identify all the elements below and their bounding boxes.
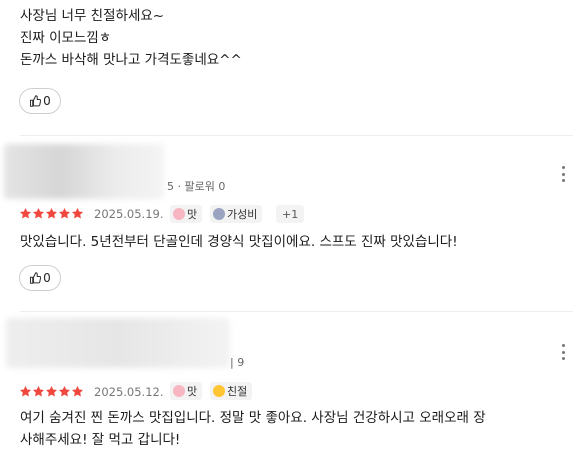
rating-stars	[19, 207, 84, 220]
more-options-icon[interactable]	[557, 166, 569, 182]
like-button[interactable]: 0	[19, 88, 61, 114]
tasty-emoji-icon	[173, 385, 185, 397]
tasty-emoji-icon	[173, 208, 185, 220]
like-button[interactable]: 0	[19, 265, 61, 291]
review-text-line: 맛있습니다. 5년전부터 단골인데 경양식 맛집이에요. 스프도 진짜 맛있습니…	[20, 234, 458, 250]
review-1: 사장님 너무 친절하세요~ 진짜 이모느낌ㅎ 돈까스 바삭해 맛나고 가격도좋네…	[0, 0, 583, 135]
star-icon	[45, 207, 58, 219]
star-icon	[32, 207, 45, 219]
review-text-line: 사장님 너무 친절하세요~	[20, 8, 165, 24]
more-options-icon[interactable]	[557, 344, 569, 360]
review-text-line: 사해주세요! 잘 먹고 갑니다!	[20, 432, 181, 448]
review-date: 2025.05.19.	[94, 207, 164, 221]
like-count: 0	[43, 94, 51, 108]
tags-more[interactable]: +1	[276, 205, 305, 223]
value-emoji-icon	[213, 208, 225, 220]
avatar	[4, 144, 164, 199]
like-count: 0	[43, 271, 51, 285]
review-text-line: 돈까스 바삭해 맛나고 가격도좋네요^^	[20, 52, 242, 68]
rating-stars	[19, 385, 84, 398]
review-date: 2025.05.12.	[94, 385, 164, 399]
tag-value: 가성비	[210, 205, 263, 223]
avatar	[6, 318, 230, 368]
review-text-line: 여기 숨겨진 찐 돈까스 맛집입니다. 정말 맛 좋아요. 사장님 건강하시고 …	[20, 410, 486, 426]
tag-label: 맛	[187, 208, 198, 221]
author-meta: 5 · 팔로워 0	[167, 180, 226, 193]
review-3: | 9 2025.05.12. 맛 친절 여기 숨겨진 찐 돈까스 맛집입니다.…	[0, 312, 583, 467]
tag-kind: 친절	[210, 382, 253, 400]
star-icon	[71, 385, 84, 397]
tag-taste: 맛	[170, 205, 203, 223]
star-icon	[58, 385, 71, 397]
star-icon	[45, 385, 58, 397]
star-icon	[32, 385, 45, 397]
review-2: 5 · 팔로워 0 2025.05.19. 맛 가성비 +1 맛있습니다. 5년…	[0, 136, 583, 311]
star-icon	[71, 207, 84, 219]
thumbs-up-icon	[30, 272, 42, 284]
star-icon	[19, 385, 32, 397]
tag-label: 맛	[187, 385, 198, 398]
star-icon	[58, 207, 71, 219]
kind-emoji-icon	[213, 385, 225, 397]
tag-taste: 맛	[170, 382, 203, 400]
author-meta: | 9	[230, 356, 245, 369]
thumbs-up-icon	[30, 95, 42, 107]
tag-label: 친절	[227, 385, 248, 398]
tag-label: 가성비	[227, 208, 258, 221]
review-text-line: 진짜 이모느낌ㅎ	[20, 30, 112, 46]
star-icon	[19, 207, 32, 219]
